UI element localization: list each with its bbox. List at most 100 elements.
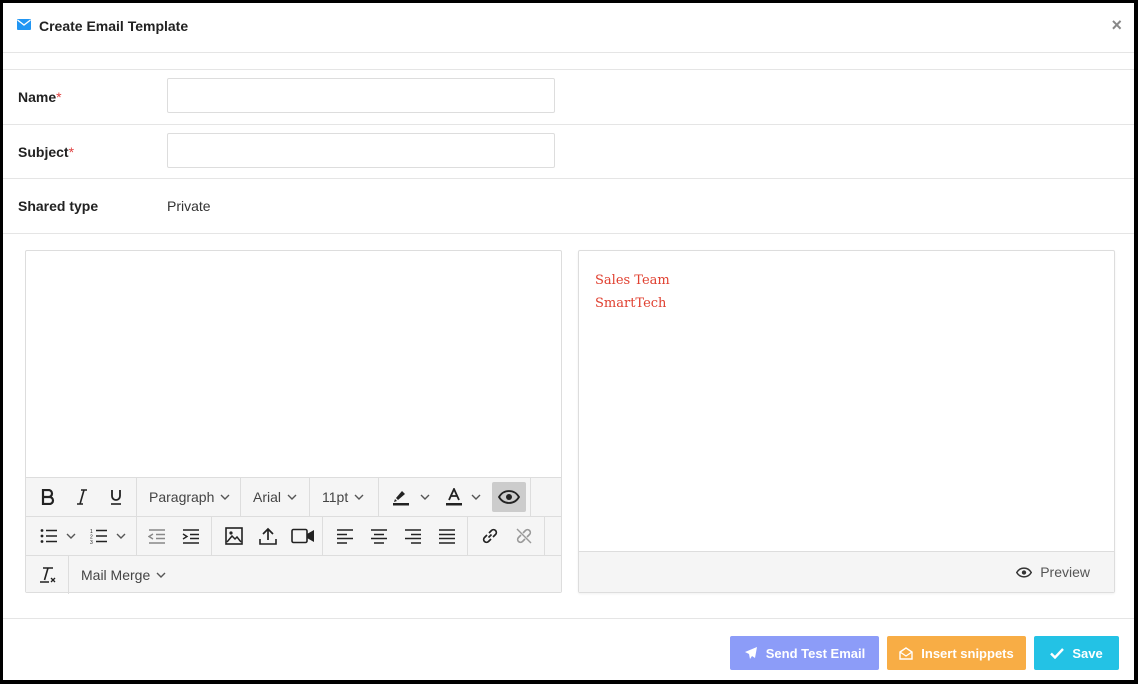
signature-line: SmartTech bbox=[595, 296, 667, 311]
preview-toggle-button[interactable] bbox=[492, 482, 526, 512]
subject-input[interactable] bbox=[167, 133, 555, 168]
font-family-label: Arial bbox=[253, 489, 282, 505]
align-left-icon bbox=[337, 528, 353, 544]
text-color-icon bbox=[446, 488, 462, 506]
chevron-down-icon bbox=[156, 572, 166, 578]
send-test-email-label: Send Test Email bbox=[765, 645, 866, 661]
highlight-button[interactable] bbox=[387, 482, 435, 512]
highlight-icon bbox=[393, 491, 409, 506]
subject-row: Subject* bbox=[3, 125, 1134, 179]
check-icon bbox=[1050, 647, 1065, 659]
modal-title: Create Email Template bbox=[39, 18, 189, 34]
bullet-list-icon bbox=[40, 529, 57, 543]
envelope-icon bbox=[17, 19, 31, 30]
list-group: 123 bbox=[26, 517, 137, 555]
required-marker: * bbox=[68, 144, 75, 160]
align-justify-button[interactable] bbox=[433, 521, 461, 551]
save-label: Save bbox=[1072, 645, 1103, 661]
font-size-group: 11pt bbox=[310, 478, 379, 516]
unlink-button[interactable] bbox=[510, 521, 538, 551]
bullet-list-button[interactable] bbox=[34, 521, 82, 551]
insert-snippets-label: Insert snippets bbox=[921, 645, 1014, 661]
toolbar-row-3: Mail Merge bbox=[26, 556, 561, 594]
paper-plane-icon bbox=[744, 647, 757, 659]
shared-type-row: Shared type Private bbox=[3, 179, 1134, 234]
bold-button[interactable] bbox=[34, 482, 62, 512]
chevron-down-icon bbox=[287, 494, 297, 500]
editor-toolbar: Paragraph Arial 11pt 1 2 3 Mail Merge bbox=[26, 477, 561, 594]
name-label: Name* bbox=[18, 89, 62, 105]
font-size-select[interactable]: 11pt bbox=[322, 482, 364, 512]
font-family-group: Arial bbox=[241, 478, 310, 516]
insert-link-button[interactable] bbox=[476, 521, 504, 551]
outdent-icon bbox=[148, 528, 165, 544]
required-marker: * bbox=[56, 89, 62, 105]
chevron-down-icon bbox=[420, 494, 430, 500]
align-right-icon bbox=[405, 528, 421, 544]
outdent-button[interactable] bbox=[143, 521, 171, 551]
font-size-label: 11pt bbox=[322, 489, 349, 505]
italic-icon bbox=[77, 489, 87, 505]
subject-label: Subject* bbox=[18, 144, 75, 160]
clear-format-icon bbox=[40, 567, 56, 583]
image-icon bbox=[225, 527, 243, 545]
align-center-button[interactable] bbox=[365, 521, 393, 551]
mail-merge-label: Mail Merge bbox=[81, 567, 151, 583]
preview-button[interactable]: Preview bbox=[1016, 564, 1090, 580]
envelope-open-icon bbox=[899, 646, 913, 660]
signature-block: Sales Team SmartTech bbox=[595, 269, 670, 315]
media-group bbox=[212, 517, 323, 555]
editor-content-area[interactable] bbox=[26, 251, 561, 477]
chevron-down-icon bbox=[66, 533, 76, 539]
eye-icon bbox=[1016, 566, 1033, 578]
indent-icon bbox=[182, 528, 199, 544]
align-center-icon bbox=[371, 528, 387, 544]
indent-group bbox=[137, 517, 212, 555]
name-row: Name* bbox=[3, 70, 1134, 125]
upload-icon bbox=[259, 527, 277, 545]
clear-format-button[interactable] bbox=[34, 560, 62, 590]
preview-panel: Sales Team SmartTech Preview bbox=[578, 250, 1115, 593]
align-right-button[interactable] bbox=[399, 521, 427, 551]
text-color-button[interactable] bbox=[439, 482, 487, 512]
numbered-list-button[interactable]: 123 bbox=[84, 521, 132, 551]
chevron-down-icon bbox=[220, 494, 230, 500]
link-group bbox=[468, 517, 545, 555]
close-icon[interactable]: × bbox=[1111, 16, 1122, 34]
format-group bbox=[26, 478, 137, 516]
numbered-list-icon: 123 bbox=[90, 529, 107, 544]
upload-button[interactable] bbox=[254, 521, 282, 551]
chevron-down-icon bbox=[354, 494, 364, 500]
rich-text-editor: Paragraph Arial 11pt 1 2 3 Mail Merge bbox=[25, 250, 562, 594]
preview-label: Preview bbox=[1040, 564, 1090, 580]
toolbar-row-2: 123 bbox=[26, 517, 561, 556]
indent-button[interactable] bbox=[177, 521, 205, 551]
insert-snippets-button[interactable]: Insert snippets bbox=[887, 636, 1026, 670]
insert-video-button[interactable] bbox=[288, 521, 318, 551]
underline-icon bbox=[111, 489, 121, 505]
chevron-down-icon bbox=[116, 533, 126, 539]
name-input[interactable] bbox=[167, 78, 555, 113]
underline-button[interactable] bbox=[102, 482, 130, 512]
email-template-modal: Create Email Template × Name* Subject* S… bbox=[3, 3, 1134, 680]
signature-line: Sales Team bbox=[595, 273, 670, 288]
block-format-select[interactable]: Paragraph bbox=[149, 482, 230, 512]
video-icon bbox=[291, 528, 314, 544]
shared-type-label: Shared type bbox=[18, 198, 99, 214]
save-button[interactable]: Save bbox=[1034, 636, 1119, 670]
preview-footer: Preview bbox=[579, 551, 1114, 592]
align-left-button[interactable] bbox=[331, 521, 359, 551]
unlink-icon bbox=[516, 528, 532, 544]
send-test-email-button[interactable]: Send Test Email bbox=[730, 636, 879, 670]
font-family-select[interactable]: Arial bbox=[253, 482, 297, 512]
toolbar-row-1: Paragraph Arial 11pt bbox=[26, 478, 561, 517]
svg-text:3: 3 bbox=[90, 540, 93, 544]
insert-image-button[interactable] bbox=[220, 521, 248, 551]
block-format-label: Paragraph bbox=[149, 489, 215, 505]
chevron-down-icon bbox=[471, 494, 481, 500]
bold-icon bbox=[41, 489, 55, 505]
italic-button[interactable] bbox=[68, 482, 96, 512]
link-icon bbox=[482, 528, 498, 544]
mail-merge-select[interactable]: Mail Merge bbox=[81, 560, 166, 590]
modal-header: Create Email Template × bbox=[3, 3, 1134, 53]
